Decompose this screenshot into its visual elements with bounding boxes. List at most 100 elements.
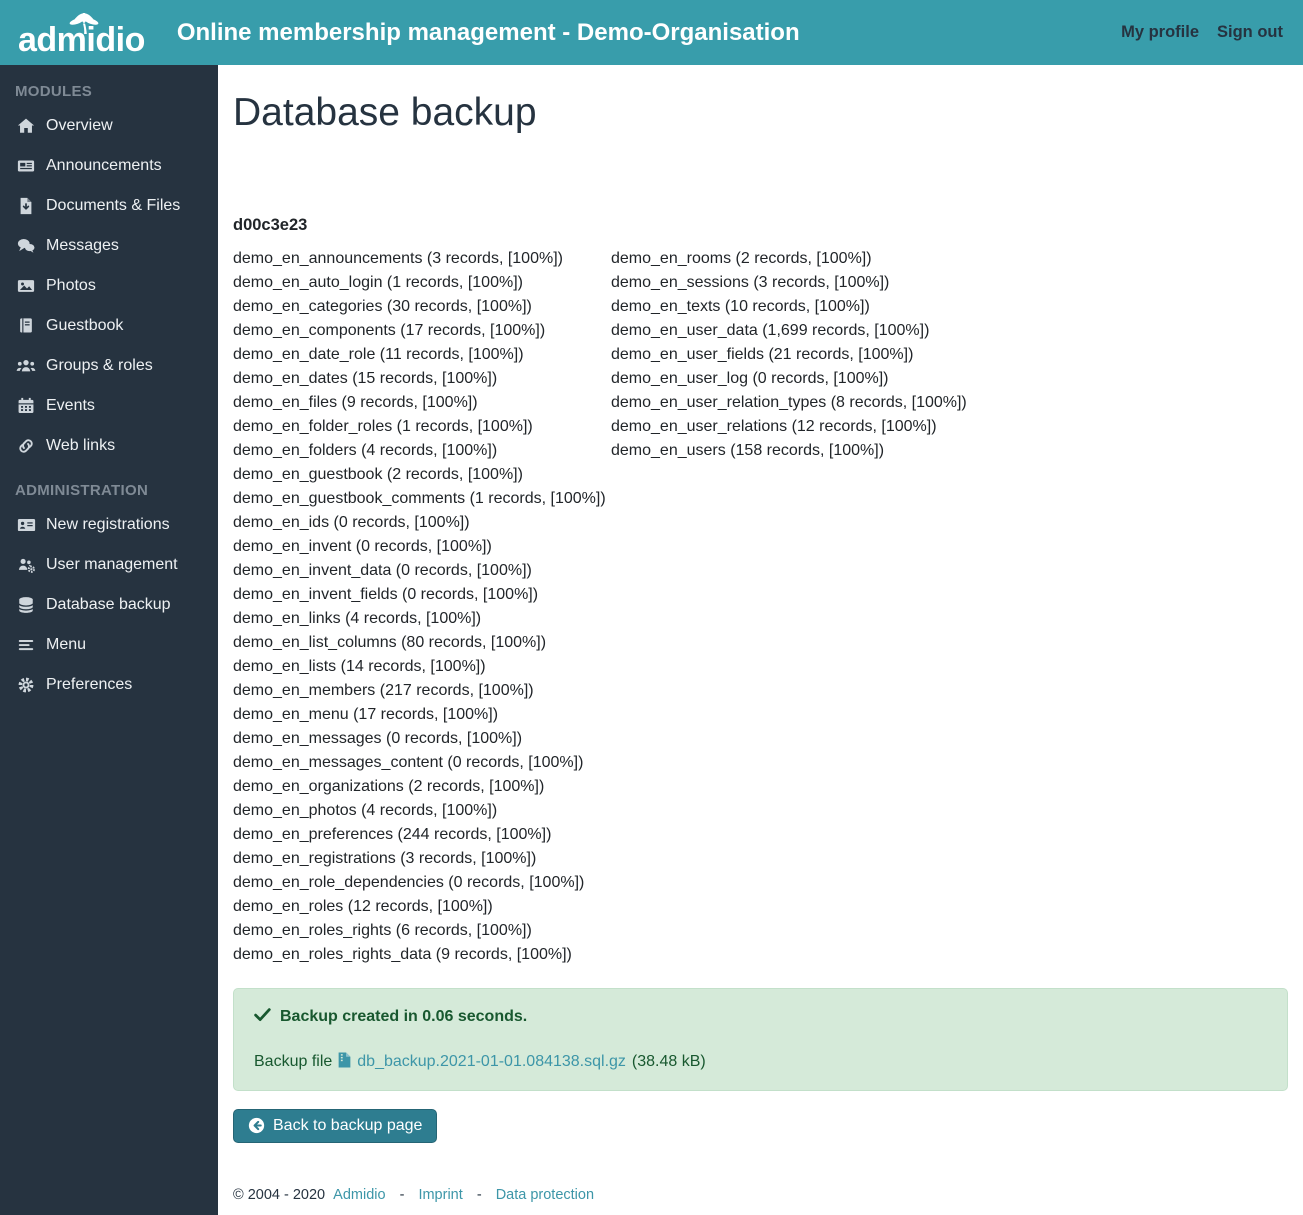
sidebar-item-label: Menu (46, 636, 87, 653)
success-alert: Backup created in 0.06 seconds. Backup f… (233, 987, 1288, 1091)
table-entry: demo_en_roles_rights_data (9 records, [1… (233, 945, 572, 963)
sidebar-item-label: Preferences (46, 676, 133, 693)
main-content: Database backup d00c3e23 demo_en_announc… (218, 65, 1303, 1203)
footer-separator: - (399, 1186, 405, 1203)
file-download-icon (15, 197, 37, 215)
menu-bars-icon (15, 636, 37, 654)
my-profile-link[interactable]: My profile (1121, 23, 1199, 42)
comments-icon (15, 237, 37, 255)
sidebar-item-documents-files[interactable]: Documents & Files (0, 186, 218, 226)
table-entry: demo_en_rooms (2 records, [100%]) (611, 249, 872, 267)
palm-tree-icon (68, 7, 100, 41)
sidebar-item-new-registrations[interactable]: New registrations (0, 505, 218, 545)
sidebar-item-label: Events (46, 397, 95, 414)
arrow-left-circle-icon (248, 1117, 265, 1134)
address-card-icon (15, 516, 37, 534)
table-entry: demo_en_users (158 records, [100%]) (611, 441, 885, 459)
table-entry: demo_en_registrations (3 records, [100%]… (233, 849, 537, 867)
newspaper-icon (15, 157, 37, 175)
sidebar-item-events[interactable]: Events (0, 386, 218, 426)
back-to-backup-button[interactable]: Back to backup page (233, 1108, 438, 1143)
file-archive-icon (338, 1052, 351, 1073)
sidebar-item-preferences[interactable]: Preferences (0, 665, 218, 705)
header-nav: My profile Sign out (1121, 23, 1283, 42)
table-entry: demo_en_user_relations (12 records, [100… (611, 417, 937, 435)
sidebar-item-label: User management (46, 556, 178, 573)
footer-link-data-protection[interactable]: Data protection (496, 1187, 594, 1203)
sidebar-item-label: Announcements (46, 157, 162, 174)
sidebar: MODULES Overview Announcements Documents & … (0, 65, 218, 1215)
table-entry: demo_en_user_fields (21 records, [100%]) (611, 345, 914, 363)
footer-separator: - (476, 1186, 482, 1203)
sidebar-item-menu[interactable]: Menu (0, 625, 218, 665)
table-entry: demo_en_invent (0 records, [100%]) (233, 537, 492, 555)
sidebar-item-guestbook[interactable]: Guestbook (0, 306, 218, 346)
table-entry: demo_en_files (9 records, [100%]) (233, 393, 478, 411)
table-entry: demo_en_auto_login (1 records, [100%]) (233, 273, 523, 291)
table-entry: demo_en_list_columns (80 records, [100%]… (233, 633, 547, 651)
table-entry: demo_en_preferences (244 records, [100%]… (233, 825, 552, 843)
backup-file-label: Backup file (254, 1053, 333, 1071)
table-entry: demo_en_messages (0 records, [100%]) (233, 729, 523, 747)
table-entry: demo_en_guestbook (2 records, [100%]) (233, 465, 523, 483)
link-icon (15, 437, 37, 455)
table-entry: demo_en_roles_rights (6 records, [100%]) (233, 921, 532, 939)
app-logo[interactable]: admidio (18, 9, 145, 57)
sidebar-item-photos[interactable]: Photos (0, 266, 218, 306)
table-entry: demo_en_invent_data (0 records, [100%]) (233, 561, 532, 579)
sidebar-item-overview[interactable]: Overview (0, 106, 218, 146)
sidebar-item-user-management[interactable]: User management (0, 545, 218, 585)
table-entry: demo_en_announcements (3 records, [100%]… (233, 249, 563, 267)
sign-out-link[interactable]: Sign out (1217, 23, 1283, 42)
table-entry: demo_en_texts (10 records, [100%]) (611, 297, 870, 315)
alert-message: Backup created in 0.06 seconds. (280, 1007, 528, 1025)
sidebar-item-web-links[interactable]: Web links (0, 426, 218, 466)
sidebar-section-heading: MODULES (15, 83, 93, 100)
sidebar-item-label: Database backup (46, 596, 171, 613)
table-entry: demo_en_folder_roles (1 records, [100%]) (233, 417, 533, 435)
backup-file-link[interactable]: db_backup.2021-01-01.084138.sql.gz (357, 1053, 626, 1071)
table-entry: demo_en_members (217 records, [100%]) (233, 681, 534, 699)
sidebar-item-label: Guestbook (46, 317, 124, 334)
sidebar-item-messages[interactable]: Messages (0, 226, 218, 266)
table-entry: demo_en_components (17 records, [100%]) (233, 321, 546, 339)
book-icon (15, 317, 37, 335)
table-entry: demo_en_menu (17 records, [100%]) (233, 705, 499, 723)
check-icon (254, 1006, 271, 1028)
table-entry: demo_en_links (4 records, [100%]) (233, 609, 482, 627)
sidebar-item-label: Photos (46, 277, 96, 294)
table-entry: demo_en_user_relation_types (8 records, … (611, 393, 967, 411)
database-icon (15, 596, 37, 614)
table-entry: demo_en_folders (4 records, [100%]) (233, 441, 498, 459)
table-entry: demo_en_ids (0 records, [100%]) (233, 513, 470, 531)
sidebar-item-label: New registrations (46, 516, 170, 533)
copyright-text: © 2004 - 2020 (233, 1186, 326, 1203)
users-cog-icon (15, 556, 37, 574)
app-header: admidio Online membership management - D… (0, 0, 1303, 65)
sidebar-item-announcements[interactable]: Announcements (0, 146, 218, 186)
backup-file-size: (38.48 kB) (631, 1053, 706, 1071)
footer-link-imprint[interactable]: Imprint (418, 1187, 462, 1203)
table-list-right-column: demo_en_rooms (2 records, [100%]) demo_en… (611, 247, 967, 967)
table-entry: demo_en_messages_content (0 records, [10… (233, 753, 584, 771)
table-entry: demo_en_photos (4 records, [100%]) (233, 801, 498, 819)
page-title: Database backup (233, 91, 537, 134)
sidebar-item-label: Web links (46, 437, 116, 454)
table-list-left-column: demo_en_announcements (3 records, [100%]… (233, 247, 611, 967)
table-entry: demo_en_user_data (1,699 records, [100%]… (611, 321, 930, 339)
table-entry: demo_en_role_dependencies (0 records, [1… (233, 873, 585, 891)
home-icon (15, 117, 37, 135)
sidebar-item-label: Groups & roles (46, 357, 153, 374)
table-entry: demo_en_lists (14 records, [100%]) (233, 657, 486, 675)
table-entry: demo_en_guestbook_comments (1 records, [… (233, 489, 606, 507)
table-entry: demo_en_user_log (0 records, [100%]) (611, 369, 889, 387)
footer-link-admidio[interactable]: Admidio (333, 1187, 385, 1203)
alert-message-row: Backup created in 0.06 seconds. (254, 1006, 1267, 1028)
image-icon (15, 277, 37, 295)
sidebar-item-label: Overview (46, 117, 113, 134)
page-footer: © 2004 - 2020 Admidio - Imprint - Data p… (233, 1187, 1288, 1203)
table-entry: demo_en_organizations (2 records, [100%]… (233, 777, 545, 795)
table-entry: demo_en_categories (30 records, [100%]) (233, 297, 532, 315)
sidebar-item-database-backup[interactable]: Database backup (0, 585, 218, 625)
sidebar-item-groups-roles[interactable]: Groups & roles (0, 346, 218, 386)
